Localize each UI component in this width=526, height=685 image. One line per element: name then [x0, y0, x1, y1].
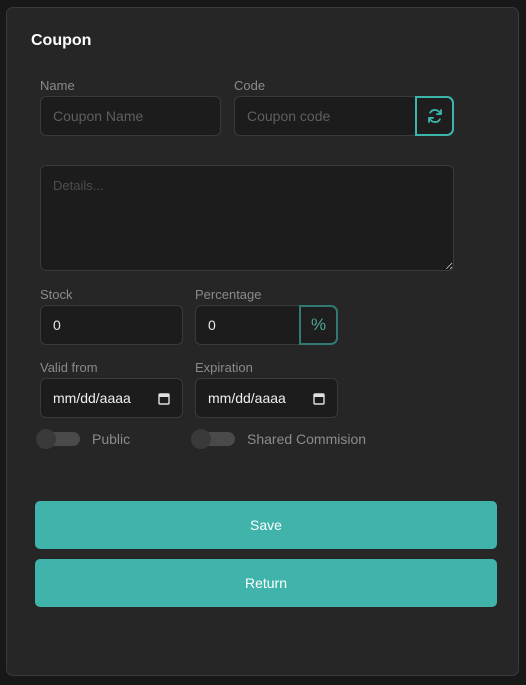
expiration-label: Expiration: [195, 360, 253, 375]
card-title: Coupon: [31, 32, 92, 49]
stock-input[interactable]: [40, 305, 183, 345]
calendar-icon[interactable]: [158, 392, 170, 405]
shared-commission-toggle[interactable]: [191, 429, 235, 449]
shared-commission-label: Shared Commision: [247, 431, 367, 447]
percentage-input[interactable]: [195, 305, 300, 345]
public-toggle[interactable]: [36, 429, 80, 449]
save-button[interactable]: Save: [35, 501, 497, 549]
toggle-knob: [191, 429, 211, 449]
stock-label: Stock: [40, 287, 73, 302]
percent-addon: %: [299, 305, 338, 345]
percentage-label: Percentage: [195, 287, 262, 302]
coupon-card: Coupon Name Code Stock Percentage % Vali…: [6, 7, 519, 676]
expiration-date-input[interactable]: mm/dd/aaaa: [195, 378, 338, 418]
name-label: Name: [40, 78, 75, 93]
valid-from-value: mm/dd/aaaa: [53, 390, 131, 406]
calendar-icon[interactable]: [313, 392, 325, 405]
expiration-value: mm/dd/aaaa: [208, 390, 286, 406]
toggle-knob: [36, 429, 56, 449]
return-button[interactable]: Return: [35, 559, 497, 607]
generate-code-button[interactable]: [415, 96, 454, 136]
coupon-name-input[interactable]: [40, 96, 221, 136]
percent-icon: %: [310, 315, 327, 334]
refresh-icon: [427, 109, 442, 123]
details-textarea[interactable]: [40, 165, 454, 271]
code-label: Code: [234, 78, 266, 93]
valid-from-label: Valid from: [40, 360, 98, 375]
public-label: Public: [92, 431, 131, 447]
coupon-code-input[interactable]: [234, 96, 416, 136]
valid-from-date-input[interactable]: mm/dd/aaaa: [40, 378, 183, 418]
